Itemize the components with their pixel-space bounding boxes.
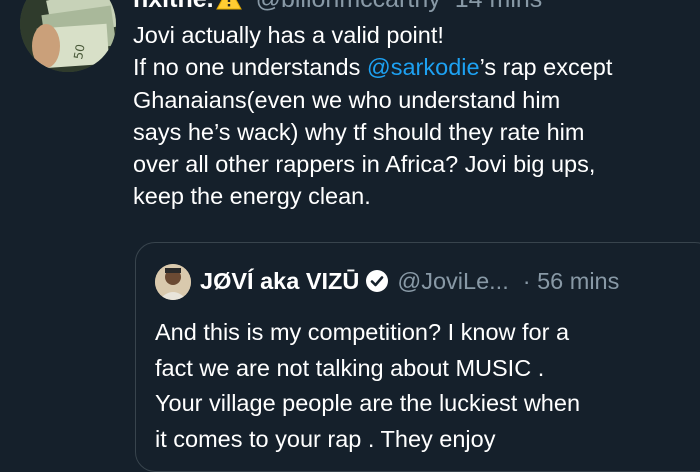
author-avatar[interactable]: 50 [20, 0, 116, 72]
svg-text:50: 50 [71, 43, 87, 60]
tweet-timestamp[interactable]: 14 mins [455, 0, 543, 13]
tweet-text: Jovi actually has a valid point! If no o… [133, 19, 698, 213]
jovi-avatar-image [155, 264, 191, 300]
quoted-author-handle[interactable]: @JoviLe... [397, 268, 508, 294]
tweet-header: nxithe. @billonmccarthy 14 mins [133, 0, 542, 14]
quoted-tweet-timestamp[interactable]: · 56 mins [523, 268, 620, 294]
tweet-text-line-2-end: ’s rap except [479, 54, 613, 81]
verified-icon [365, 269, 389, 293]
quoted-author-avatar[interactable] [155, 264, 191, 300]
tweet-text-line-2-start: If no one understands [133, 54, 367, 81]
quoted-author-name[interactable]: JØVÍ aka VIZŪ [200, 268, 359, 294]
quoted-tweet-text: And this is my competition? I know for a… [155, 319, 581, 452]
author-handle[interactable]: @billonmccarthy [256, 0, 441, 13]
money-avatar-image: 50 [20, 0, 116, 72]
tweet-text-line-1: Jovi actually has a valid point! [133, 22, 444, 48]
mention-link[interactable]: @sarkodie [367, 54, 480, 80]
warning-icon [215, 0, 242, 10]
author-name[interactable]: nxithe. [133, 0, 214, 13]
quoted-tweet-card[interactable]: JØVÍ aka VIZŪ @JoviLe... · 56 mins And thi… [135, 242, 700, 472]
tweet-text-rest: Ghanaians(even we who understand him say… [133, 86, 596, 210]
quoted-tweet-header: JØVÍ aka VIZŪ @JoviLe... · 56 mins [200, 265, 619, 297]
